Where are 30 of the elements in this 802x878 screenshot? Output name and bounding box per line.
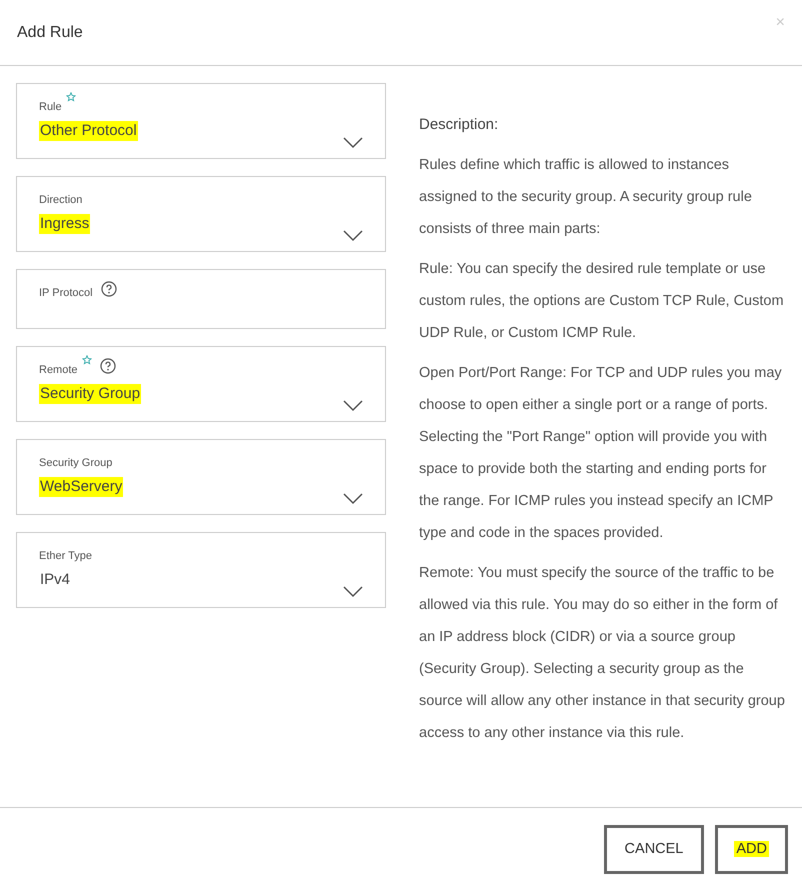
field-value: IPv4 — [39, 570, 72, 590]
field-label: Remote — [39, 363, 78, 378]
select-field[interactable]: Remote Security Group — [16, 346, 386, 422]
field-label: Direction — [39, 193, 82, 208]
description-paragraph: Remote: You must specify the source of the traffic to be allowed via this rule. You may do so either in the form of an IP address block (CIDR) or via a source group (Security Group). Selecting a security group as the source will allow any other instance in that security group access to any other instance via this rule. — [419, 564, 786, 742]
add-button[interactable]: ADD — [715, 825, 788, 874]
description-heading: Description: — [419, 115, 500, 135]
description-paragraph: Rules define which traffic is allowed to instances assigned to the security group. A security group rule consists of three main parts: — [419, 156, 753, 238]
chevron-down-icon — [343, 230, 363, 242]
field-value: Security Group — [39, 384, 142, 404]
description-paragraph: Rule: You can specify the desired rule template or use custom rules, the options are Custom TCP Rule, Custom UDP Rule, or Custom ICMP Rule. — [419, 260, 785, 342]
chevron-down-icon — [343, 493, 363, 505]
chevron-down-icon — [343, 586, 363, 598]
chevron-down-icon — [343, 400, 363, 412]
dialog-title: Add Rule — [17, 22, 83, 42]
select-field[interactable]: Direction Ingress — [16, 176, 386, 252]
chevron-down-icon — [343, 137, 363, 149]
cancel-button[interactable]: CANCEL — [604, 825, 704, 874]
field-label: IP Protocol — [39, 286, 93, 301]
select-field[interactable]: Ether Type IPv4 — [16, 532, 386, 608]
text-field[interactable]: IP Protocol — [16, 269, 386, 329]
field-value: Other Protocol — [39, 121, 138, 141]
field-label: Ether Type — [39, 549, 92, 564]
field-label: Rule — [39, 100, 62, 115]
field-value: WebServery — [39, 477, 124, 497]
field-value: Ingress — [39, 214, 90, 234]
field-label: Security Group — [39, 456, 112, 471]
select-field[interactable]: Security Group WebServery — [16, 439, 386, 515]
description-paragraph: Open Port/Port Range: For TCP and UDP rules you may choose to open either a single port or a range of ports. Selecting the "Port Range" option will provide you with space to provide both the starting and ending ports for the range. For ICMP rules you instead specify an ICMP type and code in the spaces provided. — [419, 364, 783, 542]
select-field[interactable]: Rule Other Protocol — [16, 83, 386, 159]
